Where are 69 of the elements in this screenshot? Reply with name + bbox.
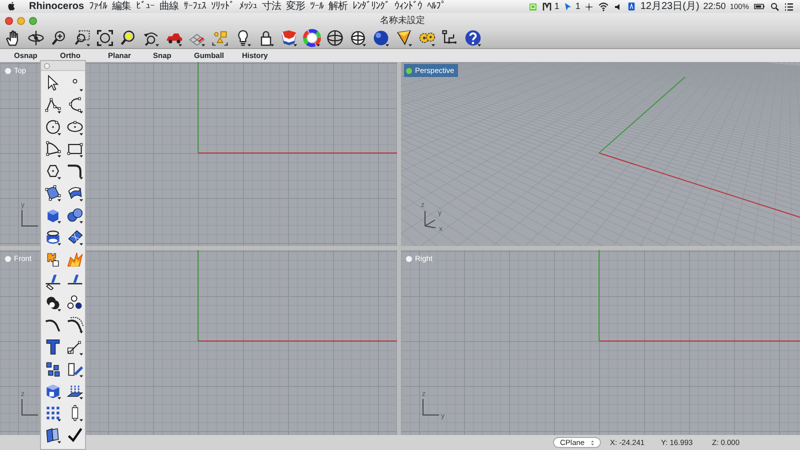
cone-icon[interactable] — [395, 29, 413, 47]
dots-icon[interactable] — [66, 294, 84, 312]
menu-item[interactable]: 曲線 — [160, 0, 179, 13]
updown-arrows-icon[interactable] — [589, 439, 596, 447]
zoom-icon[interactable] — [50, 29, 68, 47]
align-icon[interactable] — [66, 360, 84, 378]
menu-item[interactable]: 編集 — [112, 0, 132, 13]
mesh-surface-icon[interactable] — [66, 228, 84, 246]
menu-item[interactable]: ﾚﾝﾀﾞﾘﾝｸﾞ — [352, 0, 390, 13]
circle-icon[interactable] — [44, 118, 62, 136]
app-menu[interactable]: Rhinoceros — [29, 0, 84, 13]
menu-item[interactable]: ﾂｰﾙ — [310, 0, 324, 13]
zoom-button[interactable] — [29, 16, 37, 24]
polyline-icon[interactable] — [44, 96, 62, 114]
text-icon[interactable] — [44, 338, 62, 356]
color-wheel-icon[interactable] — [303, 29, 321, 47]
curve-icon[interactable] — [66, 96, 84, 114]
fillet-curve-icon[interactable] — [66, 162, 84, 180]
menu-item[interactable]: 解析 — [328, 0, 348, 13]
wireframe-sphere-icon[interactable] — [326, 29, 344, 47]
menu-item[interactable]: ｳｨﾝﾄﾞｳ — [394, 0, 422, 13]
menu-item[interactable]: ﾋﾞｭｰ — [136, 0, 155, 13]
zoom-window-icon[interactable] — [73, 29, 91, 47]
window-title: 名称未設定 — [380, 14, 425, 27]
grid-array-icon[interactable] — [44, 404, 62, 422]
layers-icon[interactable] — [280, 29, 298, 47]
sheets-icon[interactable] — [44, 426, 62, 444]
search-icon[interactable] — [770, 2, 780, 12]
letter-icon[interactable] — [542, 2, 552, 12]
menu-item[interactable]: ﾍﾙﾌﾟ — [427, 0, 446, 13]
curved-surface-icon[interactable] — [66, 184, 84, 202]
menu-item[interactable]: ｻｰﾌｪｽ — [184, 0, 206, 13]
menu-status-count: 1 — [554, 0, 560, 13]
clock-time: 22:50 — [703, 0, 726, 13]
apple-logo-icon[interactable] — [6, 1, 17, 12]
menu-item[interactable]: ｿﾘｯﾄﾞ — [211, 0, 234, 13]
menu-item[interactable]: ﾌｧｲﾙ — [89, 0, 108, 13]
shapes-icon[interactable] — [211, 29, 229, 47]
wifi-icon[interactable] — [598, 1, 610, 12]
clock-date: 12月23日(月) — [640, 0, 700, 13]
grid-sphere-icon[interactable] — [349, 29, 367, 47]
surface-icon[interactable] — [44, 184, 62, 202]
offset-curve-icon[interactable] — [66, 316, 84, 334]
menu-item[interactable]: ﾒｯｼｭ — [239, 0, 258, 13]
move-icon[interactable] — [66, 338, 84, 356]
group-icon[interactable] — [44, 360, 62, 378]
polygon-icon[interactable] — [44, 162, 62, 180]
checkmark-icon[interactable] — [66, 426, 84, 444]
crosshair-icon[interactable] — [584, 2, 594, 12]
battery-icon[interactable] — [753, 1, 766, 12]
trim-icon[interactable] — [44, 272, 62, 290]
ellipse-icon[interactable] — [66, 118, 84, 136]
help-icon[interactable] — [464, 29, 482, 47]
menu-item[interactable]: 寸法 — [262, 0, 282, 13]
rectangle-icon[interactable] — [66, 140, 84, 158]
list-icon[interactable] — [784, 2, 794, 12]
explosion-icon[interactable] — [66, 250, 84, 268]
zoom-extents-icon[interactable] — [96, 29, 114, 47]
sphere-icon[interactable] — [372, 29, 390, 47]
input-icon[interactable] — [627, 1, 636, 12]
block-icon[interactable] — [44, 382, 62, 400]
menu-item[interactable]: 変形 — [286, 0, 306, 13]
zoom-target-icon[interactable] — [119, 29, 137, 47]
orbit-icon[interactable] — [27, 29, 45, 47]
menu-status-count: 1 — [575, 0, 580, 13]
spheres-icon[interactable] — [66, 206, 84, 224]
boolean-union-icon[interactable] — [44, 294, 62, 312]
arc-icon[interactable] — [44, 140, 62, 158]
cylinder-icon[interactable] — [44, 228, 62, 246]
